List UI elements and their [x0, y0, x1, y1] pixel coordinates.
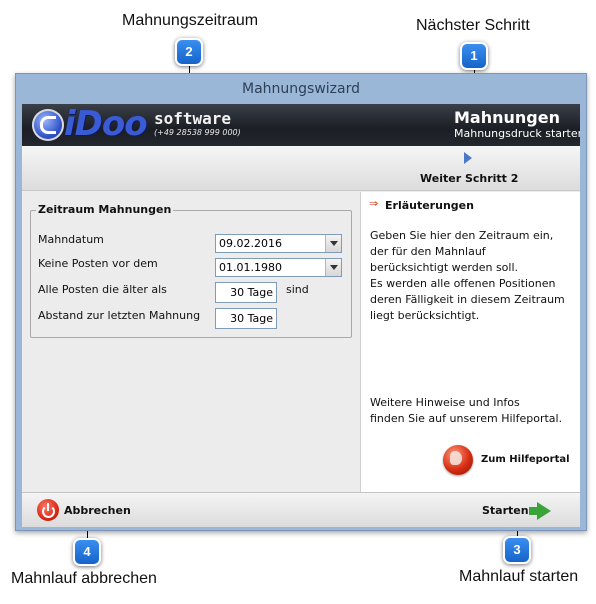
mahndatum-value: 09.02.2016	[219, 237, 282, 250]
banner-subtitle: Mahnungsdruck starten	[454, 127, 580, 140]
info-line: Es werden alle offenen Positionen	[370, 277, 556, 290]
keine-posten-combo[interactable]: 01.01.1980	[215, 258, 342, 277]
window-title: Mahnungswizard	[242, 81, 360, 97]
banner-title: Mahnungen	[454, 108, 560, 127]
brand-name: software	[154, 109, 232, 128]
info-line: berücksichtigt werden soll.	[370, 261, 519, 274]
callout-badge-4: 4	[73, 538, 101, 566]
callout-label-mahnlauf-starten: Mahnlauf starten	[459, 568, 579, 585]
zeitraum-fieldset: Zeitraum Mahnungen Mahndatum 09.02.2016 …	[30, 203, 352, 338]
info-panel: ⇒ Erläuterungen Geben Sie hier den Zeitr…	[360, 192, 580, 492]
chevron-down-icon[interactable]	[325, 259, 341, 276]
aelter-input[interactable]: 30 Tage	[215, 282, 277, 303]
callout-label-mahnungszeitraum: Mahnungszeitraum	[122, 12, 259, 29]
logo-mark-icon	[40, 116, 56, 134]
footer-bar: Abbrechen Starten	[22, 492, 580, 527]
wizard-window: Mahnungswizard iDoo software (+49 28538 …	[15, 73, 587, 531]
abstand-label: Abstand zur letzten Mahnung	[38, 309, 201, 322]
aelter-suffix: sind	[286, 283, 309, 296]
info-text: Geben Sie hier den Zeitraum ein, der für…	[370, 228, 575, 324]
arrow-right-icon[interactable]	[537, 502, 551, 520]
form-panel: Zeitraum Mahnungen Mahndatum 09.02.2016 …	[22, 192, 360, 492]
info-line: deren Fälligkeit in diesem Zeitraum	[370, 293, 565, 306]
cancel-button[interactable]: Abbrechen	[64, 504, 131, 517]
callout-badge-3: 3	[503, 536, 531, 564]
window-client-area: iDoo software (+49 28538 999 000) Mahnun…	[22, 104, 580, 527]
info-arrow-icon: ⇒	[369, 197, 379, 210]
callout-label-mahnlauf-abbrechen: Mahnlauf abbrechen	[11, 570, 157, 587]
start-button[interactable]: Starten	[482, 504, 529, 517]
step-bar: Weiter Schritt 2	[22, 146, 580, 191]
mahndatum-combo[interactable]: 09.02.2016	[215, 234, 342, 253]
hint-text: Weitere Hinweise und Infos finden Sie au…	[370, 395, 575, 427]
keine-posten-label: Keine Posten vor dem	[38, 257, 158, 270]
hint-line: finden Sie auf unserem Hilfeportal.	[370, 412, 563, 425]
mahndatum-label: Mahndatum	[38, 233, 104, 246]
info-title: Erläuterungen	[385, 199, 474, 212]
keine-posten-value: 01.01.1980	[219, 261, 282, 274]
callout-badge-1: 1	[460, 42, 488, 70]
hilfeportal-link[interactable]: Zum Hilfeportal	[481, 454, 570, 465]
logo-text: iDoo	[64, 104, 148, 144]
info-line: der für den Mahnlauf	[370, 245, 486, 258]
abstand-input[interactable]: 30 Tage	[215, 308, 277, 329]
info-line: liegt berücksichtigt.	[370, 309, 480, 322]
callout-label-naechster-schritt: Nächster Schritt	[416, 17, 530, 34]
globe-icon[interactable]	[443, 445, 473, 475]
next-step-button[interactable]: Weiter Schritt 2	[420, 172, 518, 185]
power-icon[interactable]	[37, 499, 59, 521]
hint-line: Weitere Hinweise und Infos	[370, 396, 520, 409]
chevron-down-icon[interactable]	[325, 235, 341, 252]
brand-phone: (+49 28538 999 000)	[154, 128, 241, 137]
header-banner: iDoo software (+49 28538 999 000) Mahnun…	[22, 104, 580, 146]
next-step-arrow-icon[interactable]	[464, 152, 472, 164]
fieldset-legend: Zeitraum Mahnungen	[36, 203, 174, 216]
callout-badge-2: 2	[175, 38, 203, 66]
info-line: Geben Sie hier den Zeitraum ein,	[370, 229, 554, 242]
aelter-label: Alle Posten die älter als	[38, 283, 167, 296]
